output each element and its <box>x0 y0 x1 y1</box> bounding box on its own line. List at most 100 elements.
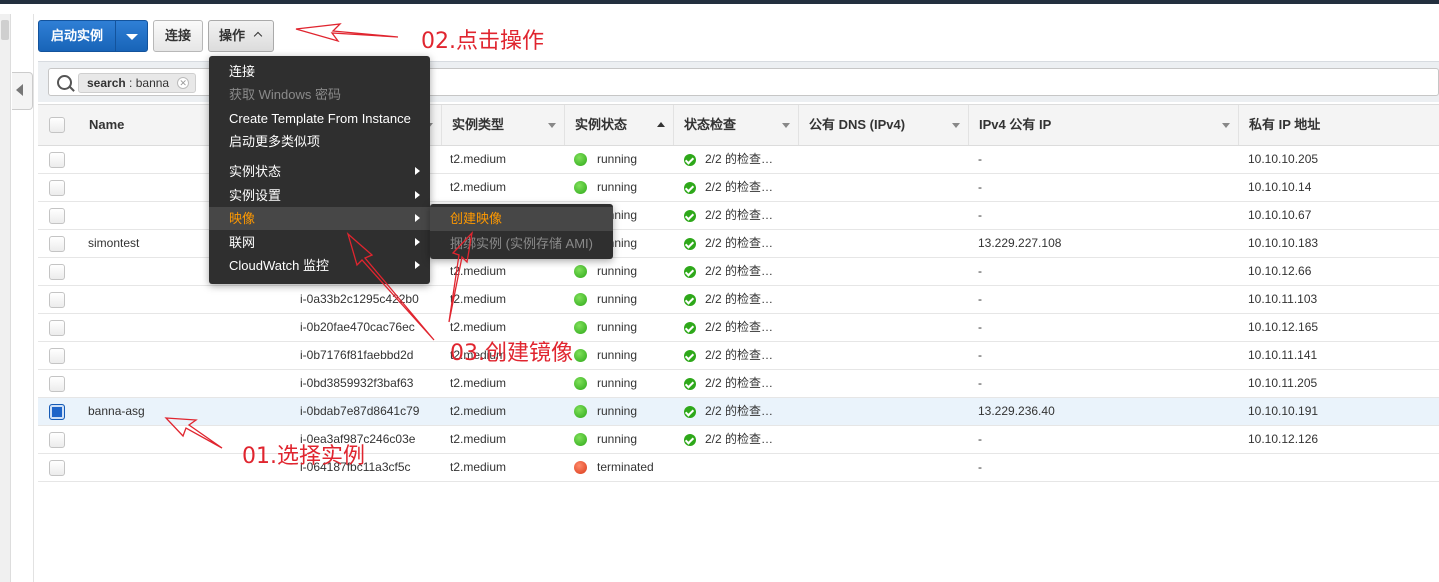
column-header-ipv4-public[interactable]: IPv4 公有 IP <box>968 105 1238 145</box>
row-checkbox[interactable] <box>49 460 65 476</box>
cell-status-check: 2/2 的检查… <box>705 404 774 418</box>
menu-item[interactable]: 连接 <box>209 60 430 83</box>
cell-instance-state: running <box>597 320 638 334</box>
cell-name: banna-asg <box>88 404 145 418</box>
actions-menu: 连接 获取 Windows 密码 Create Template From Inst… <box>209 56 430 284</box>
cell-instance-type: t2.medium <box>450 432 507 446</box>
menu-item[interactable]: 实例状态 <box>209 160 430 183</box>
cell-instance-type: t2.medium <box>450 460 507 474</box>
sort-icon <box>548 123 556 128</box>
check-passed-icon <box>684 294 696 306</box>
column-header-instance-type[interactable]: 实例类型 <box>441 105 564 145</box>
launch-instance-button[interactable]: 启动实例 <box>38 20 116 52</box>
row-checkbox[interactable] <box>49 152 65 168</box>
menu-item[interactable]: CloudWatch 监控 <box>209 254 430 277</box>
cell-instance-id: i-0b7176f81faebbd2d <box>300 348 414 362</box>
row-checkbox[interactable] <box>49 348 65 364</box>
column-header-instance-state[interactable]: 实例状态 <box>564 105 673 145</box>
menu-item-label: 实例设置 <box>229 188 282 203</box>
cell-status-check: 2/2 的检查… <box>705 264 774 278</box>
row-checkbox[interactable] <box>49 236 65 252</box>
select-all-checkbox[interactable] <box>49 117 65 133</box>
row-checkbox[interactable] <box>49 376 65 392</box>
divider <box>33 14 34 582</box>
running-status-icon <box>574 377 587 390</box>
column-header-public-dns[interactable]: 公有 DNS (IPv4) <box>798 105 968 145</box>
row-checkbox[interactable] <box>49 292 65 308</box>
row-checkbox[interactable] <box>49 264 65 280</box>
menu-item[interactable]: 联网 <box>209 231 430 254</box>
running-status-icon <box>574 181 587 194</box>
cell-instance-id: i-0bd3859932f3baf63 <box>300 376 414 390</box>
cell-private-ip: 10.10.11.205 <box>1248 376 1318 390</box>
menu-item[interactable]: 映像 <box>209 207 430 230</box>
chevron-right-icon <box>415 167 420 175</box>
row-checkbox[interactable] <box>49 404 65 420</box>
actions-button[interactable]: 操作 <box>208 20 274 52</box>
row-checkbox[interactable] <box>49 180 65 196</box>
menu-item-label: 启动更多类似项 <box>229 134 321 149</box>
annotation-step2: 02.点击操作 <box>421 29 544 54</box>
chevron-right-icon <box>415 191 420 199</box>
menu-item-label: 映像 <box>229 211 256 226</box>
column-header-label: 私有 IP 地址 <box>1249 117 1321 132</box>
cell-ipv4-public: 13.229.236.40 <box>978 404 1055 418</box>
column-header-private-ip[interactable]: 私有 IP 地址 <box>1238 105 1439 145</box>
menu-item[interactable]: 启动更多类似项 <box>209 130 430 153</box>
cell-ipv4-public: - <box>978 264 982 278</box>
cell-private-ip: 10.10.10.183 <box>1248 236 1319 250</box>
table-row[interactable]: i-0a33b2c1295c422b0 t2.medium running 2/2 的… <box>38 286 1439 314</box>
cell-status-check: 2/2 的检查… <box>705 152 774 166</box>
column-header-label: 状态检查 <box>684 117 737 132</box>
cell-private-ip: 10.10.10.191 <box>1248 404 1319 418</box>
create-image-menu-item[interactable]: 创建映像 <box>430 207 613 231</box>
column-header-label: 实例类型 <box>452 117 505 132</box>
menu-item[interactable]: 实例设置 <box>209 184 430 207</box>
launch-instance-dropdown-button[interactable] <box>115 20 148 52</box>
row-checkbox[interactable] <box>49 320 65 336</box>
cell-private-ip <box>1248 454 1428 481</box>
table-row[interactable]: banna-asg i-0bdab7e87d8641c79 t2.medium run… <box>38 398 1439 426</box>
menu-item-label: 实例状态 <box>229 164 282 179</box>
menu-item-label: Create Template From Instance <box>229 111 411 126</box>
collapse-sidebar-button[interactable] <box>12 72 33 110</box>
cell-instance-type: t2.medium <box>450 292 507 306</box>
cell-instance-state: running <box>597 348 638 362</box>
running-status-icon <box>574 265 587 278</box>
cell-status-check: 2/2 的检查… <box>705 320 774 334</box>
cell-instance-type: t2.medium <box>450 180 507 194</box>
close-icon[interactable]: ✕ <box>177 77 190 89</box>
row-checkbox[interactable] <box>49 208 65 224</box>
image-submenu: 创建映像 捆绑实例 (实例存储 AMI) <box>430 204 613 259</box>
table-row[interactable]: i-0bd3859932f3baf63 t2.medium running 2/2 的… <box>38 370 1439 398</box>
cell-private-ip: 10.10.10.14 <box>1248 180 1312 194</box>
left-scrollbar[interactable] <box>0 14 11 582</box>
connect-button[interactable]: 连接 <box>153 20 203 52</box>
column-header-status-check[interactable]: 状态检查 <box>673 105 798 145</box>
table-row[interactable]: i-0b7176f81faebbd2d t2.medium running 2/2 的… <box>38 342 1439 370</box>
annotation-step3: 03.创建镜像 <box>450 341 573 366</box>
running-status-icon <box>574 349 587 362</box>
running-status-icon <box>574 433 587 446</box>
cell-status-check: 2/2 的检查… <box>705 208 774 222</box>
scrollbar-thumb[interactable] <box>1 20 9 40</box>
row-checkbox[interactable] <box>49 432 65 448</box>
column-header-label: Name <box>89 117 125 132</box>
cell-ipv4-public: 13.229.227.108 <box>978 236 1062 250</box>
cell-instance-type: t2.medium <box>450 404 507 418</box>
check-passed-icon <box>684 266 696 278</box>
chevron-right-icon <box>415 238 420 246</box>
search-filter-token[interactable]: search : banna ✕ <box>78 73 197 93</box>
cell-instance-id: i-0b20fae470cac76ec <box>300 320 415 334</box>
column-header-label: IPv4 公有 IP <box>979 117 1052 132</box>
arrow-to-actions-icon <box>295 23 399 43</box>
token-value: banna <box>135 76 170 90</box>
check-passed-icon <box>684 406 696 418</box>
cell-ipv4-public: - <box>978 292 982 306</box>
cell-name <box>88 342 288 369</box>
menu-item[interactable]: Create Template From Instance <box>209 107 430 130</box>
cell-private-ip: 10.10.11.103 <box>1248 292 1318 306</box>
cell-status-check: 2/2 的检查… <box>705 432 774 446</box>
table-row[interactable]: i-0b20fae470cac76ec t2.medium running 2/2 的… <box>38 314 1439 342</box>
cell-instance-state: running <box>597 152 638 166</box>
